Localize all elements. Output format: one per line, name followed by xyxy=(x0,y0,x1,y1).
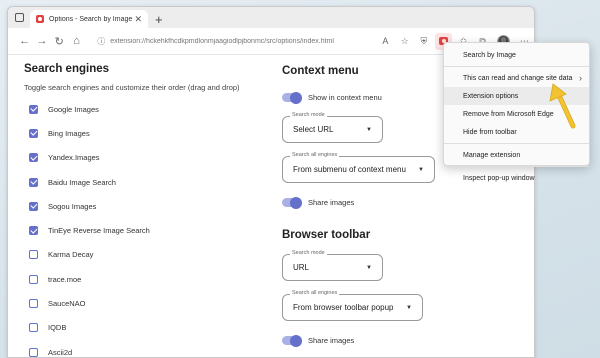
show-in-context-menu-toggle[interactable]: Show in context menu xyxy=(282,91,382,104)
menu-item-search-by-image[interactable]: Search by Image xyxy=(444,46,589,64)
menu-item-inspect-popup[interactable]: Inspect pop-up window xyxy=(444,169,589,187)
switch-on[interactable] xyxy=(282,196,302,209)
engine-checkbox[interactable] xyxy=(29,104,38,114)
toolbar-search-mode-value: URL xyxy=(293,263,310,272)
engine-row[interactable]: Ascii2d xyxy=(24,340,274,357)
engine-checkbox[interactable] xyxy=(29,201,38,211)
toolbar-search-mode-select[interactable]: Search mode URL ▼ xyxy=(282,250,383,281)
address-bar[interactable]: ⓘ extension://hckehkfhcdkpmdlonmjaagiodl… xyxy=(91,32,376,51)
engine-row[interactable]: Yandex.Images xyxy=(24,146,274,170)
engine-checkbox[interactable] xyxy=(29,128,38,138)
shield-icon[interactable]: ⛨ xyxy=(414,36,433,47)
toolbar-share-images-toggle[interactable]: Share images xyxy=(282,334,355,347)
engine-label: Baidu Image Search xyxy=(48,177,116,187)
engine-row[interactable]: trace.moe xyxy=(24,267,274,291)
tab-close-icon[interactable]: ✕ xyxy=(134,14,142,25)
dropdown-caret-icon: ▼ xyxy=(366,126,372,133)
menu-separator xyxy=(444,66,589,67)
engine-row[interactable]: SauceNAO xyxy=(24,291,274,315)
context-search-mode-select[interactable]: Search mode Select URL ▼ xyxy=(282,112,383,143)
back-icon[interactable]: ← xyxy=(16,35,33,47)
site-info-icon[interactable]: ⓘ xyxy=(97,36,105,47)
menu-item-manage-extension[interactable]: Manage extension xyxy=(444,146,589,164)
menu-separator xyxy=(444,166,589,167)
browser-toolbar-title: Browser toolbar xyxy=(282,229,371,241)
dropdown-caret-icon: ▼ xyxy=(366,264,372,271)
engine-label: Sogou Images xyxy=(48,201,97,211)
annotation-arrow-icon xyxy=(549,83,576,129)
refresh-icon[interactable]: ↻ xyxy=(51,35,68,48)
engine-label: IQDB xyxy=(48,323,67,333)
context-share-images-label: Share images xyxy=(308,198,355,207)
toolbar-all-engines-value: From browser toolbar popup xyxy=(293,303,394,312)
engine-label: Google Images xyxy=(48,104,99,114)
new-tab-button[interactable]: + xyxy=(155,12,163,27)
engine-checkbox[interactable] xyxy=(29,250,38,260)
extension-favicon-icon xyxy=(36,15,44,23)
engine-checkbox[interactable] xyxy=(29,177,38,187)
search-engines-subtitle: Toggle search engines and customize thei… xyxy=(24,83,240,92)
read-aloud-icon[interactable]: A xyxy=(376,36,395,46)
engine-label: TinEye Reverse Image Search xyxy=(48,226,150,236)
dropdown-caret-icon: ▼ xyxy=(406,304,412,311)
home-icon[interactable]: ⌂ xyxy=(68,35,85,47)
engine-list: Google Images Bing Images Yandex.Images Bai… xyxy=(24,97,274,357)
engine-label: Ascii2d xyxy=(48,347,73,357)
engine-checkbox[interactable] xyxy=(29,226,38,236)
context-all-engines-select[interactable]: Search all engines From submenu of conte… xyxy=(282,152,435,183)
switch-on[interactable] xyxy=(282,91,302,104)
context-all-engines-value: From submenu of context menu xyxy=(293,165,406,174)
engine-row[interactable]: Sogou Images xyxy=(24,194,274,218)
toolbar-search-mode-label: Search mode xyxy=(290,250,327,256)
context-search-mode-label: Search mode xyxy=(290,112,327,118)
engine-row[interactable]: Bing Images xyxy=(24,121,274,145)
context-menu-title: Context menu xyxy=(282,65,359,77)
tab-options[interactable]: Options - Search by Image ✕ xyxy=(30,10,148,28)
tab-strip: Options - Search by Image ✕ + xyxy=(8,7,534,28)
context-all-engines-label: Search all engines xyxy=(290,152,340,158)
favorite-icon[interactable]: ☆ xyxy=(395,36,414,47)
engine-label: Bing Images xyxy=(48,128,90,138)
engine-row[interactable]: TinEye Reverse Image Search xyxy=(24,218,274,242)
context-share-images-toggle[interactable]: Share images xyxy=(282,196,355,209)
show-in-context-menu-label: Show in context menu xyxy=(308,93,382,102)
engine-row[interactable]: Karma Decay xyxy=(24,243,274,267)
menu-separator xyxy=(444,143,589,144)
engine-checkbox[interactable] xyxy=(29,153,38,163)
dropdown-caret-icon: ▼ xyxy=(418,166,424,173)
engine-label: SauceNAO xyxy=(48,299,86,309)
engine-label: trace.moe xyxy=(48,274,82,284)
toolbar-share-images-label: Share images xyxy=(308,336,355,345)
engine-checkbox[interactable] xyxy=(29,347,38,357)
tab-actions-icon xyxy=(14,13,24,22)
forward-icon[interactable]: → xyxy=(33,35,50,47)
search-engines-section: Search engines Toggle search engines and… xyxy=(24,63,274,357)
tab-title: Options - Search by Image xyxy=(49,15,133,23)
engine-checkbox[interactable] xyxy=(29,274,38,284)
tab-actions-button[interactable] xyxy=(8,7,30,28)
engine-label: Yandex.Images xyxy=(48,153,100,163)
context-search-mode-value: Select URL xyxy=(293,125,334,134)
engine-checkbox[interactable] xyxy=(29,299,38,309)
address-url: extension://hckehkfhcdkpmdlonmjaagiodlpj… xyxy=(110,37,334,45)
engine-checkbox[interactable] xyxy=(29,323,38,333)
switch-on[interactable] xyxy=(282,334,302,347)
toolbar-all-engines-select[interactable]: Search all engines From browser toolbar … xyxy=(282,290,423,321)
engine-row[interactable]: IQDB xyxy=(24,316,274,340)
engine-label: Karma Decay xyxy=(48,250,94,260)
toolbar-all-engines-label: Search all engines xyxy=(290,290,340,296)
engine-row[interactable]: Baidu Image Search xyxy=(24,170,274,194)
engine-row[interactable]: Google Images xyxy=(24,97,274,121)
search-engines-title: Search engines xyxy=(24,63,110,75)
